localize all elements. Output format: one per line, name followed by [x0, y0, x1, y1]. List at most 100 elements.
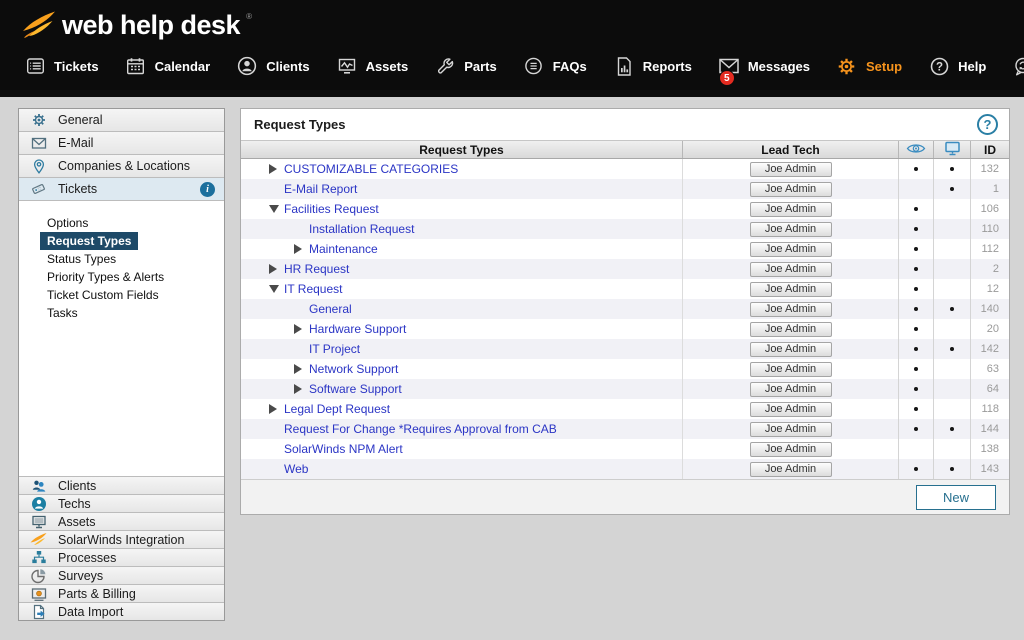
panel-footer: New — [241, 479, 1009, 514]
sidebar-item-companies-locations[interactable]: Companies & Locations — [19, 155, 224, 178]
lead-tech-button[interactable]: Joe Admin — [749, 221, 832, 237]
sidebar-item-solarwinds-integration[interactable]: SolarWinds Integration — [19, 530, 224, 548]
lead-tech-button[interactable]: Joe Admin — [749, 421, 832, 437]
column-header-id[interactable]: ID — [970, 141, 1009, 158]
nav-item-messages[interactable]: 5 Messages — [718, 55, 810, 86]
sidebar-item-processes[interactable]: Processes — [19, 548, 224, 566]
visible-indicator-cell — [898, 179, 933, 199]
nav-item-clients[interactable]: Clients — [236, 55, 310, 77]
request-type-link[interactable]: Web — [284, 462, 308, 476]
new-button[interactable]: New — [916, 484, 996, 510]
sidebar-item-techs[interactable]: Techs — [19, 494, 224, 512]
lead-tech-button[interactable]: Joe Admin — [749, 241, 832, 257]
column-header-request-types[interactable]: Request Types — [241, 141, 682, 158]
expand-icon[interactable] — [294, 324, 309, 334]
expand-icon[interactable] — [294, 244, 309, 254]
expand-icon[interactable] — [269, 264, 284, 274]
request-type-link[interactable]: Hardware Support — [309, 322, 406, 336]
setup-icon — [836, 55, 858, 77]
lead-tech-cell: Joe Admin — [682, 239, 898, 259]
lead-tech-button[interactable]: Joe Admin — [749, 341, 832, 357]
submenu-item-ticket-custom-fields[interactable]: Ticket Custom Fields — [19, 287, 224, 305]
nav-item-parts[interactable]: Parts — [434, 55, 497, 77]
lead-tech-button[interactable]: Joe Admin — [749, 301, 832, 317]
request-type-link[interactable]: Legal Dept Request — [284, 402, 390, 416]
lead-tech-button[interactable]: Joe Admin — [749, 281, 832, 297]
request-type-link[interactable]: IT Project — [309, 342, 360, 356]
submenu-item-request-types[interactable]: Request Types — [19, 232, 224, 251]
collapse-icon[interactable] — [269, 285, 284, 293]
request-type-link[interactable]: Software Support — [309, 382, 402, 396]
column-header-visibility[interactable] — [898, 141, 933, 158]
submenu-item-status-types[interactable]: Status Types — [19, 251, 224, 269]
lead-tech-button[interactable]: Joe Admin — [749, 361, 832, 377]
sidebar-item-general[interactable]: General — [19, 109, 224, 132]
lead-tech-button[interactable]: Joe Admin — [749, 461, 832, 477]
submenu-item-priority-types-alerts[interactable]: Priority Types & Alerts — [19, 269, 224, 287]
lead-tech-button[interactable]: Joe Admin — [749, 261, 832, 277]
nav-item-help[interactable]: ? Help — [928, 55, 986, 77]
request-types-panel: Request Types ? Request Types Lead Tech — [240, 108, 1010, 515]
expand-icon[interactable] — [294, 384, 309, 394]
nav-item-reports[interactable]: Reports — [613, 55, 692, 77]
sidebar-item-assets[interactable]: Assets — [19, 512, 224, 530]
request-type-cell: E-Mail Report — [241, 179, 682, 199]
org-chart-icon — [30, 549, 47, 566]
submenu-item-label: Status Types — [47, 252, 117, 266]
ticket-icon — [30, 181, 47, 198]
lead-tech-button[interactable]: Joe Admin — [749, 181, 832, 197]
lead-tech-button[interactable]: Joe Admin — [749, 161, 832, 177]
request-type-link[interactable]: E-Mail Report — [284, 182, 357, 196]
lead-tech-button[interactable]: Joe Admin — [749, 401, 832, 417]
visible-indicator-cell — [898, 439, 933, 459]
request-type-link[interactable]: CUSTOMIZABLE CATEGORIES — [284, 162, 458, 176]
sidebar-item-parts-billing[interactable]: Parts & Billing — [19, 584, 224, 602]
lead-tech-button[interactable]: Joe Admin — [749, 381, 832, 397]
request-type-link[interactable]: HR Request — [284, 262, 349, 276]
sidebar-item-clients[interactable]: Clients — [19, 476, 224, 494]
expand-icon[interactable] — [269, 164, 284, 174]
sidebar-item-label: Techs — [58, 496, 91, 511]
request-type-link[interactable]: SolarWinds NPM Alert — [284, 442, 403, 456]
sidebar-item-e-mail[interactable]: E-Mail — [19, 132, 224, 155]
visible-indicator-cell — [898, 279, 933, 299]
lead-tech-button[interactable]: Joe Admin — [749, 321, 832, 337]
nav-item-label: Reports — [642, 58, 692, 74]
sidebar-item-surveys[interactable]: Surveys — [19, 566, 224, 584]
lead-tech-button[interactable]: Joe Admin — [749, 441, 832, 457]
lead-tech-cell: Joe Admin — [682, 219, 898, 239]
nav-item-assets[interactable]: Assets — [336, 55, 408, 77]
request-type-cell: General — [241, 299, 682, 319]
sidebar-item-data-import[interactable]: Data Import — [19, 602, 224, 620]
gear-icon — [30, 112, 47, 129]
submenu-item-label: Options — [47, 216, 89, 230]
sidebar-item-tickets[interactable]: Tickets i — [19, 178, 224, 201]
column-header-web[interactable] — [933, 141, 970, 158]
web-dot — [950, 187, 954, 191]
panel-help-icon[interactable]: ? — [977, 114, 998, 135]
info-icon[interactable]: i — [200, 181, 215, 197]
monitor-icon — [30, 513, 47, 530]
nav-item-tickets[interactable]: Tickets — [24, 55, 99, 77]
nav-item-setup[interactable]: Setup — [836, 55, 902, 77]
submenu-item-options[interactable]: Options — [19, 215, 224, 233]
request-type-link[interactable]: General — [309, 302, 352, 316]
expand-icon[interactable] — [269, 404, 284, 414]
lead-tech-button[interactable]: Joe Admin — [749, 201, 832, 217]
lead-tech-cell: Joe Admin — [682, 399, 898, 419]
nav-item-calendar[interactable]: Calendar — [125, 55, 210, 77]
request-type-link[interactable]: Network Support — [309, 362, 398, 376]
request-type-link[interactable]: Installation Request — [309, 222, 414, 236]
nav-item-faqs[interactable]: FAQs — [523, 55, 587, 77]
submenu-item-tasks[interactable]: Tasks — [19, 305, 224, 323]
expand-icon[interactable] — [294, 364, 309, 374]
tickets-icon — [24, 55, 46, 77]
nav-item-thwack[interactable]: Thwack — [1012, 55, 1024, 77]
column-header-lead-tech[interactable]: Lead Tech — [682, 141, 898, 158]
calendar-icon — [125, 55, 147, 77]
request-type-link[interactable]: Maintenance — [309, 242, 378, 256]
request-type-link[interactable]: Facilities Request — [284, 202, 379, 216]
collapse-icon[interactable] — [269, 205, 284, 213]
request-type-link[interactable]: Request For Change *Requires Approval fr… — [284, 422, 557, 436]
request-type-link[interactable]: IT Request — [284, 282, 342, 296]
